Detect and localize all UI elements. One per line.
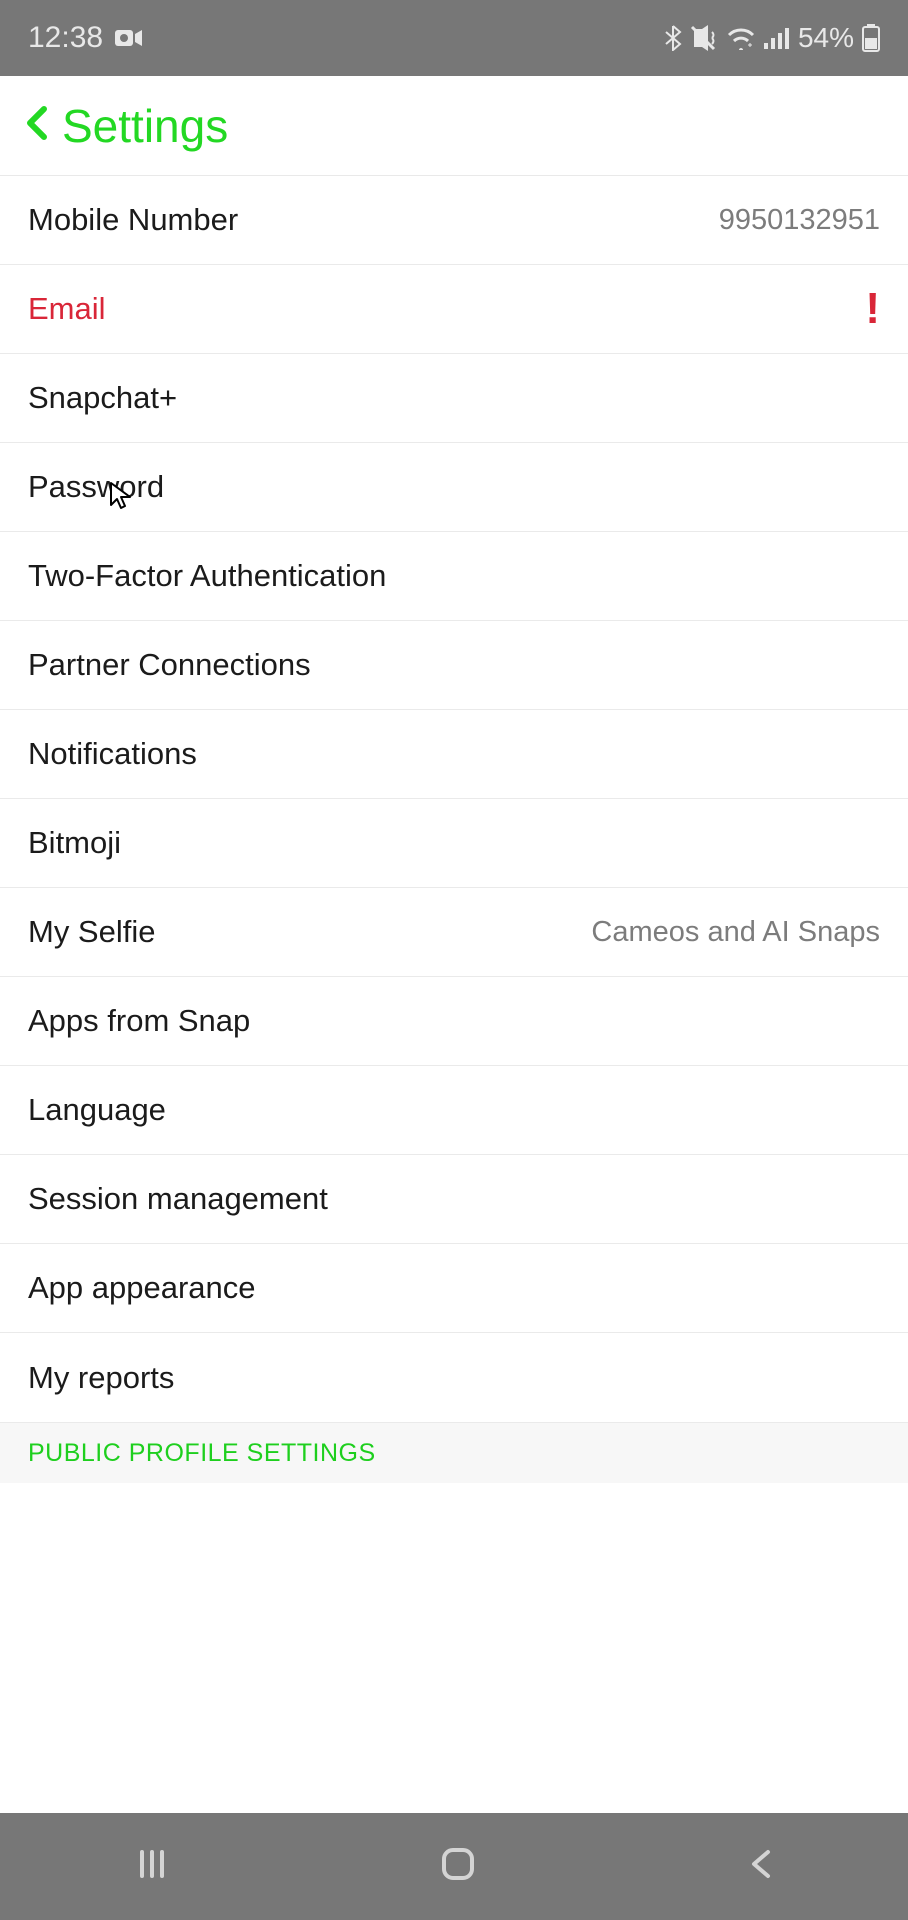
row-label: Language [28,1092,166,1128]
row-apps-from-snap[interactable]: Apps from Snap [0,977,908,1066]
row-label: Mobile Number [28,202,238,238]
screen-record-icon [115,28,143,48]
back-button[interactable] [24,105,48,146]
nav-back-button[interactable] [746,1846,774,1887]
wifi-icon [726,26,756,50]
row-mobile-number[interactable]: Mobile Number 9950132951 [0,176,908,265]
battery-icon [862,24,880,52]
android-status-bar: 12:38 [0,0,908,76]
row-bitmoji[interactable]: Bitmoji [0,799,908,888]
row-label: Snapchat+ [28,380,177,416]
row-label: Two-Factor Authentication [28,558,386,594]
row-my-selfie[interactable]: My Selfie Cameos and AI Snaps [0,888,908,977]
row-session-management[interactable]: Session management [0,1155,908,1244]
row-value: Cameos and AI Snaps [591,916,880,949]
row-label: Password [28,469,164,505]
section-title: PUBLIC PROFILE SETTINGS [28,1439,376,1468]
row-snapchat-plus[interactable]: Snapchat+ [0,354,908,443]
vibrate-icon [690,25,718,51]
status-time: 12:38 [28,21,103,55]
nav-home-button[interactable] [438,1844,478,1889]
status-right: 54% [664,22,880,54]
battery-percent: 54% [798,22,854,54]
row-label: My Selfie [28,914,155,950]
row-app-appearance[interactable]: App appearance [0,1244,908,1333]
row-label: Apps from Snap [28,1003,250,1039]
row-language[interactable]: Language [0,1066,908,1155]
bluetooth-icon [664,25,682,51]
row-partner-connections[interactable]: Partner Connections [0,621,908,710]
row-label: Partner Connections [28,647,311,683]
status-left: 12:38 [28,21,143,55]
settings-list: Mobile Number 9950132951 Email ! Snapcha… [0,176,908,1483]
row-label: Notifications [28,736,197,772]
row-label: Bitmoji [28,825,121,861]
row-password[interactable]: Password [0,443,908,532]
section-public-profile: PUBLIC PROFILE SETTINGS [0,1422,908,1483]
row-my-reports[interactable]: My reports [0,1333,908,1422]
cell-signal-icon [764,27,790,49]
row-label: Email [28,291,106,327]
row-label: App appearance [28,1270,256,1306]
row-label: My reports [28,1360,174,1396]
row-two-factor[interactable]: Two-Factor Authentication [0,532,908,621]
android-nav-bar [0,1813,908,1920]
row-notifications[interactable]: Notifications [0,710,908,799]
settings-header: Settings [0,76,908,176]
row-label: Session management [28,1181,328,1217]
row-email[interactable]: Email ! [0,265,908,354]
nav-recents-button[interactable] [134,1846,170,1887]
page-title: Settings [62,99,228,153]
row-value: 9950132951 [719,204,880,237]
